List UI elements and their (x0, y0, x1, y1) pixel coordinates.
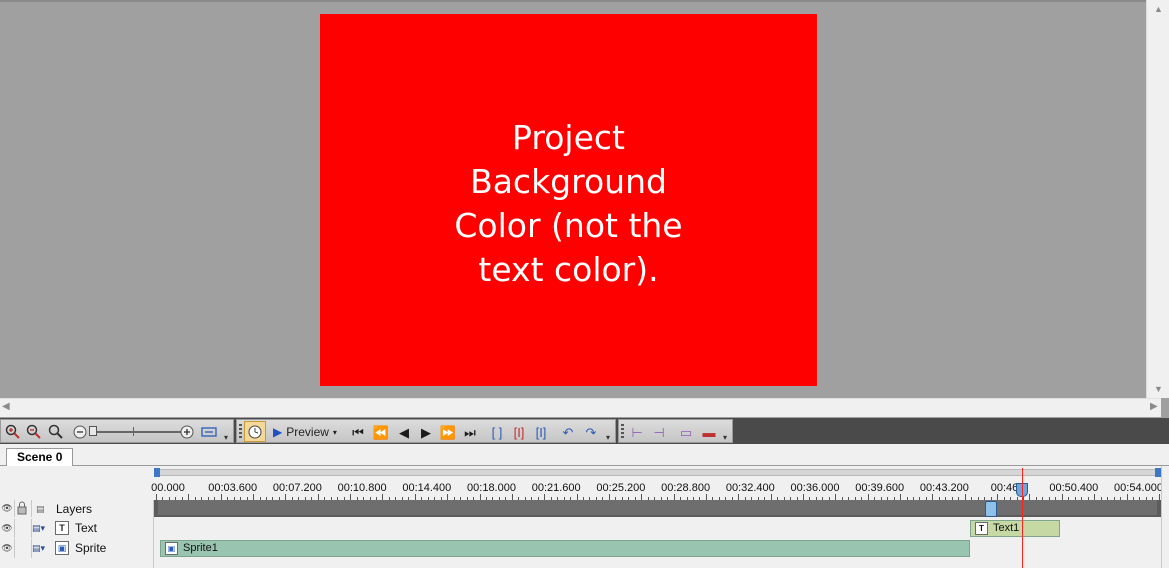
ruler-tick-label: 00:18.000 (467, 482, 516, 494)
layer-menu-icon[interactable]: ▤▾ (32, 519, 52, 538)
clip-sprite1[interactable]: ▣ Sprite1 (160, 540, 970, 557)
clip-text1[interactable]: T Text1 (970, 520, 1060, 537)
eye-icon[interactable]: 👁 (0, 519, 15, 538)
canvas-text: Project Background Color (not the text c… (454, 118, 683, 289)
scroll-down-icon[interactable]: ▼ (1154, 384, 1163, 394)
text-clip-icon: T (975, 522, 988, 535)
layer-row-sprite[interactable]: 👁 ▤▾ ▣ Sprite ▣ Sprite1 (0, 539, 1161, 558)
timeline-right-edge (1161, 466, 1169, 568)
align-left-icon[interactable]: ⊢ (628, 423, 646, 441)
text-lane[interactable]: T Text1 (154, 519, 1161, 538)
set-in-point-icon[interactable]: [I] (510, 423, 528, 441)
layer-name: Text (75, 521, 98, 535)
eye-icon[interactable]: 👁 (0, 500, 15, 517)
select-range-icon[interactable]: [ ] (488, 423, 506, 441)
playhead-line[interactable] (1022, 468, 1023, 568)
undo-icon[interactable]: ↶ (559, 423, 577, 441)
zoom-minus-icon[interactable] (71, 423, 89, 441)
zoom-plus-icon[interactable] (178, 423, 196, 441)
lock-toggle[interactable] (15, 539, 32, 558)
layers-header-label: Layers (56, 502, 93, 516)
time-ruler[interactable]: 00.000 00:03.600 00:07.200 00:10.800 00:14.4… (151, 466, 1163, 500)
ruler-tick-label: 00:14.400 (402, 482, 452, 494)
lock-toggle[interactable] (15, 519, 32, 538)
delete-keyframe-icon[interactable]: ▬ (700, 423, 718, 441)
scroll-right-icon[interactable]: ▶ (1150, 401, 1158, 412)
group-icon[interactable]: ▭ (677, 423, 695, 441)
tab-scene-0[interactable]: Scene 0 (6, 448, 74, 466)
layer-name: Sprite (75, 541, 107, 555)
vertical-scrollbar[interactable]: ▲ ▼ (1146, 0, 1169, 398)
scene-track[interactable] (154, 500, 1161, 517)
timeline-toolbar: ▾ ▶ Preview ▾ ⏮ ⏪ ◀ ▶ ⏩ ⏭ [ ] [I] [I] ↶ … (0, 418, 1169, 444)
clip-label: Text1 (993, 522, 1020, 534)
ruler-tick-label: 00:54.000 (1114, 482, 1163, 494)
keyframe-group-dropdown-icon[interactable]: ▾ (723, 433, 727, 442)
ruler-tick-label: 00:21.600 (531, 482, 581, 494)
scene-tab-bar: Scene 0 (0, 444, 1169, 466)
sprite-lane[interactable]: ▣ Sprite1 (154, 539, 1161, 558)
step-forward-icon[interactable]: ▶ (417, 423, 435, 441)
playback-toolbar-group: ▶ Preview ▾ ⏮ ⏪ ◀ ▶ ⏩ ⏭ [ ] [I] [I] ↶ ↷ … (236, 419, 616, 443)
rewind-icon[interactable]: ⏪ (372, 423, 390, 441)
zoom-out-icon[interactable] (25, 423, 43, 441)
play-icon: ▶ (273, 425, 283, 439)
preview-stage: Project Background Color (not the text c… (0, 0, 1169, 398)
ruler-tick-label: 00:32.400 (725, 482, 775, 494)
ruler-tick-label: 00:07.200 (272, 482, 322, 494)
preview-label: Preview (286, 425, 329, 439)
step-back-icon[interactable]: ◀ (395, 423, 413, 441)
ruler-tick-label: 00.000 (151, 482, 185, 494)
text-layer-icon: T (55, 521, 69, 535)
project-canvas[interactable]: Project Background Color (not the text c… (320, 14, 817, 386)
preview-button[interactable]: ▶ Preview ▾ (273, 423, 337, 441)
playback-group-dropdown-icon[interactable]: ▾ (606, 433, 610, 442)
zoom-in-icon[interactable] (4, 423, 22, 441)
ruler-tick-label: 00:03.600 (208, 482, 258, 494)
layer-menu-icon[interactable]: ▤▾ (32, 539, 52, 558)
zoom-toolbar-group: ▾ (0, 419, 234, 443)
keyframe-marker[interactable] (985, 501, 997, 517)
ruler-tick-label: 00:39.600 (855, 482, 905, 494)
zoom-slider-track[interactable] (89, 431, 181, 433)
fast-forward-icon[interactable]: ⏩ (439, 423, 457, 441)
keyframe-toolbar-group: ⊢ ⊣ ▭ ▬ ▾ (618, 419, 733, 443)
column-divider (153, 500, 154, 568)
set-out-point-icon[interactable]: [I] (532, 423, 550, 441)
ruler-tick-label: 00:25.200 (596, 482, 646, 494)
toolbar-grip[interactable] (621, 424, 624, 440)
range-start-handle[interactable] (154, 468, 160, 477)
redo-icon[interactable]: ↷ (582, 423, 600, 441)
sprite-layer-icon: ▣ (55, 541, 69, 555)
stage-top-border (0, 0, 1169, 2)
scroll-up-icon[interactable]: ▲ (1154, 4, 1163, 14)
ruler-tick-label: 00:36.000 (790, 482, 840, 494)
eye-icon[interactable]: 👁 (0, 539, 15, 558)
ruler-tick-label: 00:28.800 (661, 482, 711, 494)
ruler-tick-label: 00:50.400 (1049, 482, 1099, 494)
zoom-100-icon[interactable] (47, 423, 65, 441)
sprite-clip-icon: ▣ (165, 542, 178, 555)
range-bar[interactable] (154, 469, 1161, 476)
preview-dropdown-icon[interactable]: ▾ (333, 428, 337, 437)
fit-range-icon[interactable] (200, 423, 218, 441)
align-right-icon[interactable]: ⊣ (650, 423, 668, 441)
scroll-left-icon[interactable]: ◀ (2, 401, 10, 412)
timeline-panel: 00.000 00:03.600 00:07.200 00:10.800 00:14.4… (0, 466, 1169, 568)
go-to-end-icon[interactable]: ⏭ (461, 423, 479, 441)
zoom-slider-center-mark (133, 427, 134, 436)
layer-options-icon[interactable]: ▤ (36, 500, 56, 519)
zoom-slider-thumb[interactable] (89, 426, 97, 436)
toolbar-grip[interactable] (239, 424, 242, 440)
horizontal-scrollbar[interactable]: ◀ ▶ (0, 398, 1161, 417)
clock-icon[interactable] (244, 421, 266, 442)
lock-icon[interactable] (15, 500, 32, 517)
ruler-tick-label: 00:43.200 (919, 482, 969, 494)
clip-label: Sprite1 (183, 542, 218, 554)
zoom-group-dropdown-icon[interactable]: ▾ (224, 433, 228, 442)
ruler-tick-label: 00:10.800 (337, 482, 387, 494)
go-to-start-icon[interactable]: ⏮ (349, 423, 367, 441)
layer-row-text[interactable]: 👁 ▤▾ T Text T Text1 (0, 519, 1161, 538)
